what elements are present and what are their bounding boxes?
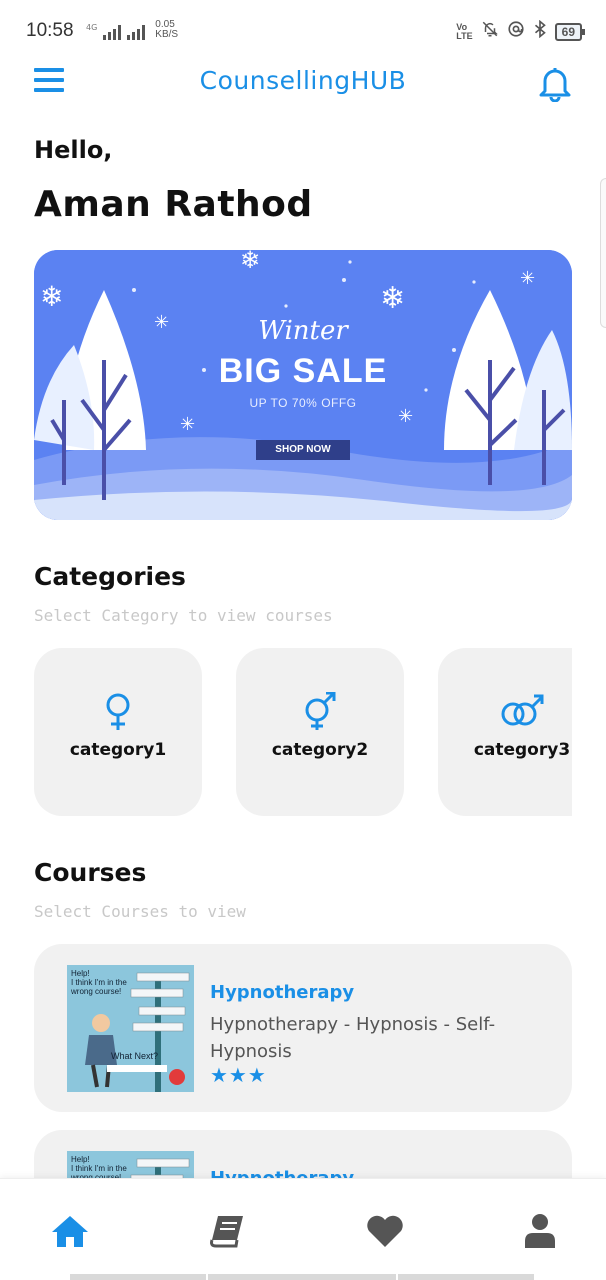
user-name: Aman Rathod [34, 184, 313, 225]
categories-title: Categories [34, 562, 186, 591]
nav-favorites[interactable] [363, 1209, 407, 1253]
profile-icon [525, 1214, 555, 1248]
status-network: 4G 0.05 KB/S [86, 20, 178, 40]
nav-library[interactable] [206, 1209, 250, 1253]
banner-title: BIG SALE [218, 352, 388, 390]
mute-bell-icon [481, 20, 499, 43]
status-bar: 10:58 4G 0.05 KB/S Vo LTE 69 [0, 0, 606, 60]
category-card-1[interactable]: category1 [34, 648, 202, 816]
app-title: CounsellingHUB [199, 66, 407, 95]
bluetooth-icon [533, 19, 547, 43]
categories-subtitle: Select Category to view courses [34, 606, 333, 625]
svg-text:❄: ❄ [240, 250, 260, 274]
svg-text:❄: ❄ [40, 280, 63, 313]
svg-text:✳: ✳ [520, 268, 535, 289]
bottom-navigation [0, 1178, 606, 1280]
greeting-hello: Hello, [34, 136, 113, 164]
category-card-3[interactable]: category3 [438, 648, 572, 816]
app-bar: CounsellingHUB [0, 60, 606, 106]
course-thumbnail: Help! I think I'm in the wrong course! W… [67, 965, 194, 1092]
gesture-bar [70, 1274, 206, 1280]
female-symbol-icon [34, 692, 202, 732]
data-speed: 0.05 KB/S [155, 19, 179, 40]
signal-icon [103, 24, 122, 40]
course-name: Hypnotherapy [210, 982, 355, 1003]
heart-icon [367, 1215, 403, 1247]
banner-subtitle: UP TO 70% OFFG [249, 396, 357, 410]
course-rating: ★★★ [210, 1063, 267, 1087]
category-card-2[interactable]: category2 [236, 648, 404, 816]
gesture-bar [208, 1274, 396, 1280]
nav-home[interactable] [48, 1209, 92, 1253]
status-right: Vo LTE 69 [456, 19, 586, 43]
network-type: 4G [86, 23, 98, 32]
transgender-symbol-icon [236, 692, 404, 732]
volte-icon: Vo LTE [456, 21, 473, 41]
home-icon [52, 1216, 88, 1247]
battery-icon: 69 [554, 22, 586, 41]
edge-scroll-indicator[interactable] [600, 178, 606, 328]
signal-icon-2 [127, 24, 146, 40]
notification-bell-icon[interactable] [538, 64, 572, 103]
courses-title: Courses [34, 858, 147, 887]
banner-script-text: Winter [258, 316, 348, 346]
category-label: category2 [271, 740, 369, 760]
promo-banner[interactable]: ❄ ✳ ❄ ❄ ✳ ✳ ✳ Winter BIG SALE UP TO 70% … [34, 250, 572, 520]
at-icon [507, 20, 525, 43]
course-description: Hypnotherapy - Hypnosis - Self-Hypnosis [210, 1014, 496, 1062]
category-list[interactable]: category1 category2 category3 [34, 648, 572, 816]
category-label: category3 [473, 740, 571, 760]
gesture-bar [398, 1274, 534, 1280]
nav-profile[interactable] [518, 1209, 562, 1253]
svg-text:❄: ❄ [380, 281, 405, 316]
courses-subtitle: Select Courses to view [34, 902, 246, 921]
category-label: category1 [69, 740, 167, 760]
shop-now-button[interactable]: SHOP NOW [256, 440, 350, 460]
course-card-1[interactable]: Help! I think I'm in the wrong course! W… [34, 944, 572, 1112]
couple-symbol-icon [438, 692, 572, 732]
status-time: 10:58 [26, 20, 74, 41]
svg-text:✳: ✳ [180, 414, 195, 435]
book-icon [210, 1216, 243, 1248]
